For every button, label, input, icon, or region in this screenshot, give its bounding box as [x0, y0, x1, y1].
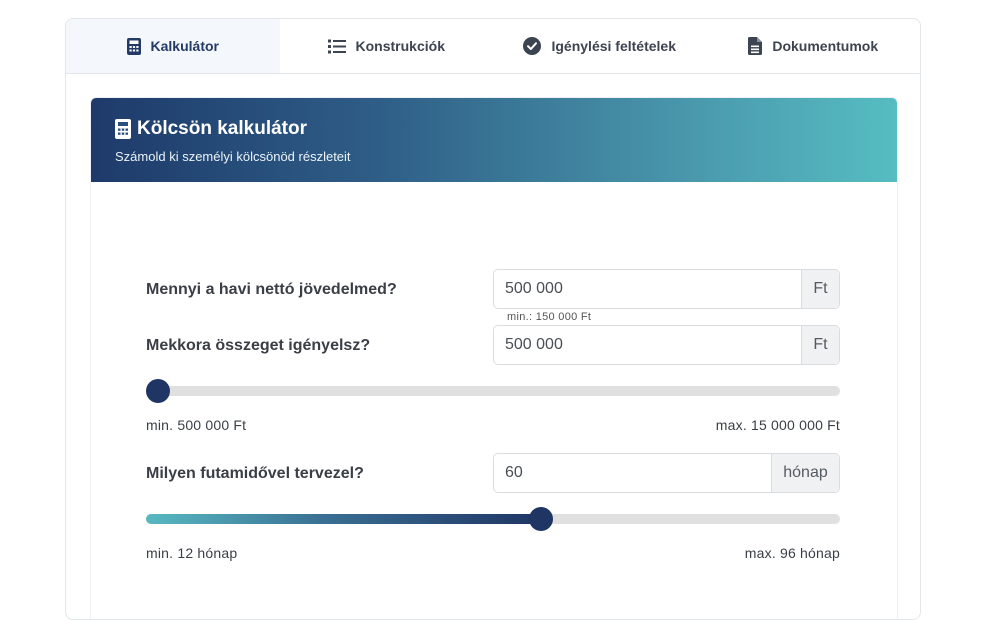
tab-igenylesi-feltetelek[interactable]: Igénylési feltételek — [493, 19, 707, 73]
tab-label: Konstrukciók — [355, 38, 445, 54]
panel-header: Kölcsön kalkulátor Számold ki személyi k… — [91, 98, 897, 182]
income-unit: Ft — [801, 270, 839, 308]
panel-title: Kölcsön kalkulátor — [115, 118, 307, 140]
tab-label: Dokumentumok — [772, 38, 879, 54]
term-field: hónap — [493, 453, 840, 493]
term-input[interactable] — [494, 454, 771, 492]
panel-title-text: Kölcsön kalkulátor — [137, 118, 307, 139]
term-unit: hónap — [771, 454, 839, 492]
tab-konstrukciok[interactable]: Konstrukciók — [280, 19, 494, 73]
tab-dokumentumok[interactable]: Dokumentumok — [707, 19, 921, 73]
income-min-hint: min.: 150 000 Ft — [507, 311, 592, 323]
calculator-icon — [126, 37, 141, 55]
amount-max-label: max. 15 000 000 Ft — [715, 417, 840, 433]
amount-unit: Ft — [801, 326, 839, 364]
term-label: Milyen futamidővel tervezel? — [146, 465, 364, 482]
income-field: Ft — [493, 269, 840, 309]
income-label: Mennyi a havi nettó jövedelmed? — [146, 281, 397, 298]
amount-field: Ft — [493, 325, 840, 365]
income-input[interactable] — [494, 270, 801, 308]
amount-slider-handle[interactable] — [146, 379, 170, 403]
amount-label: Mekkora összeget igényelsz? — [146, 337, 371, 354]
term-slider-fill — [146, 514, 541, 524]
check-circle-icon — [523, 37, 542, 55]
calculator-icon — [115, 119, 131, 139]
amount-input[interactable] — [494, 326, 801, 364]
panel-subtitle: Számold ki személyi kölcsönöd részleteit — [115, 149, 351, 164]
amount-slider-track[interactable] — [146, 386, 840, 396]
tab-label: Igénylési feltételek — [551, 38, 676, 54]
term-slider-handle[interactable] — [528, 507, 553, 531]
tab-label: Kalkulátor — [150, 38, 219, 54]
tab-kalkulator[interactable]: Kalkulátor — [66, 19, 280, 73]
term-min-label: min. 12 hónap — [146, 545, 238, 561]
tab-bar: Kalkulátor Konstrukciók Igénylési feltét… — [66, 19, 920, 74]
list-icon — [327, 39, 346, 54]
amount-min-label: min. 500 000 Ft — [146, 417, 247, 433]
term-max-label: max. 96 hónap — [744, 545, 840, 561]
document-icon — [748, 37, 763, 55]
calculator-card: Kalkulátor Konstrukciók Igénylési feltét… — [65, 18, 921, 620]
